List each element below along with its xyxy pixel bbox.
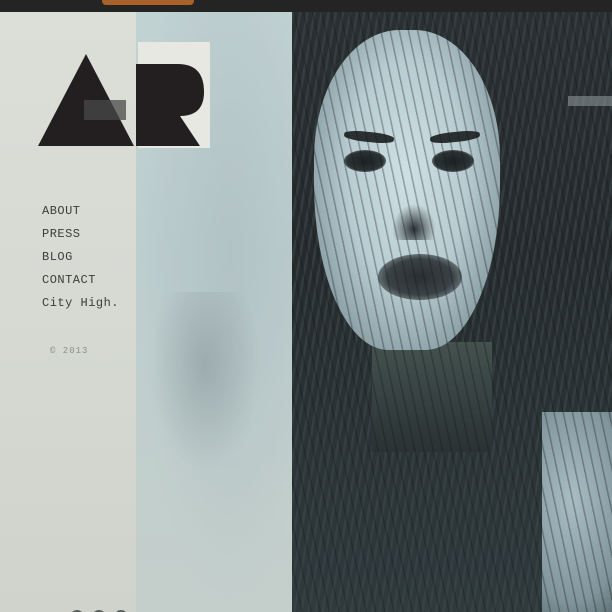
nav-blog[interactable]: BLOG xyxy=(42,250,119,264)
copyright-text: © 2013 xyxy=(50,346,89,356)
main-nav: ABOUT PRESS BLOG CONTACT City High. xyxy=(42,204,119,319)
nav-contact[interactable]: CONTACT xyxy=(42,273,119,287)
monitor-bezel xyxy=(0,0,612,12)
hero-portrait xyxy=(292,12,612,612)
ghost-figure xyxy=(150,292,260,472)
ar-logo[interactable] xyxy=(38,42,210,148)
hair-strands xyxy=(292,12,612,612)
website-screen: ABOUT PRESS BLOG CONTACT City High. © 20… xyxy=(0,12,612,612)
logo-mark xyxy=(38,54,204,146)
bezel-light xyxy=(102,0,194,5)
nav-press[interactable]: PRESS xyxy=(42,227,119,241)
nav-about[interactable]: ABOUT xyxy=(42,204,119,218)
screen-glare xyxy=(568,96,612,106)
nav-city-high[interactable]: City High. xyxy=(42,296,119,310)
